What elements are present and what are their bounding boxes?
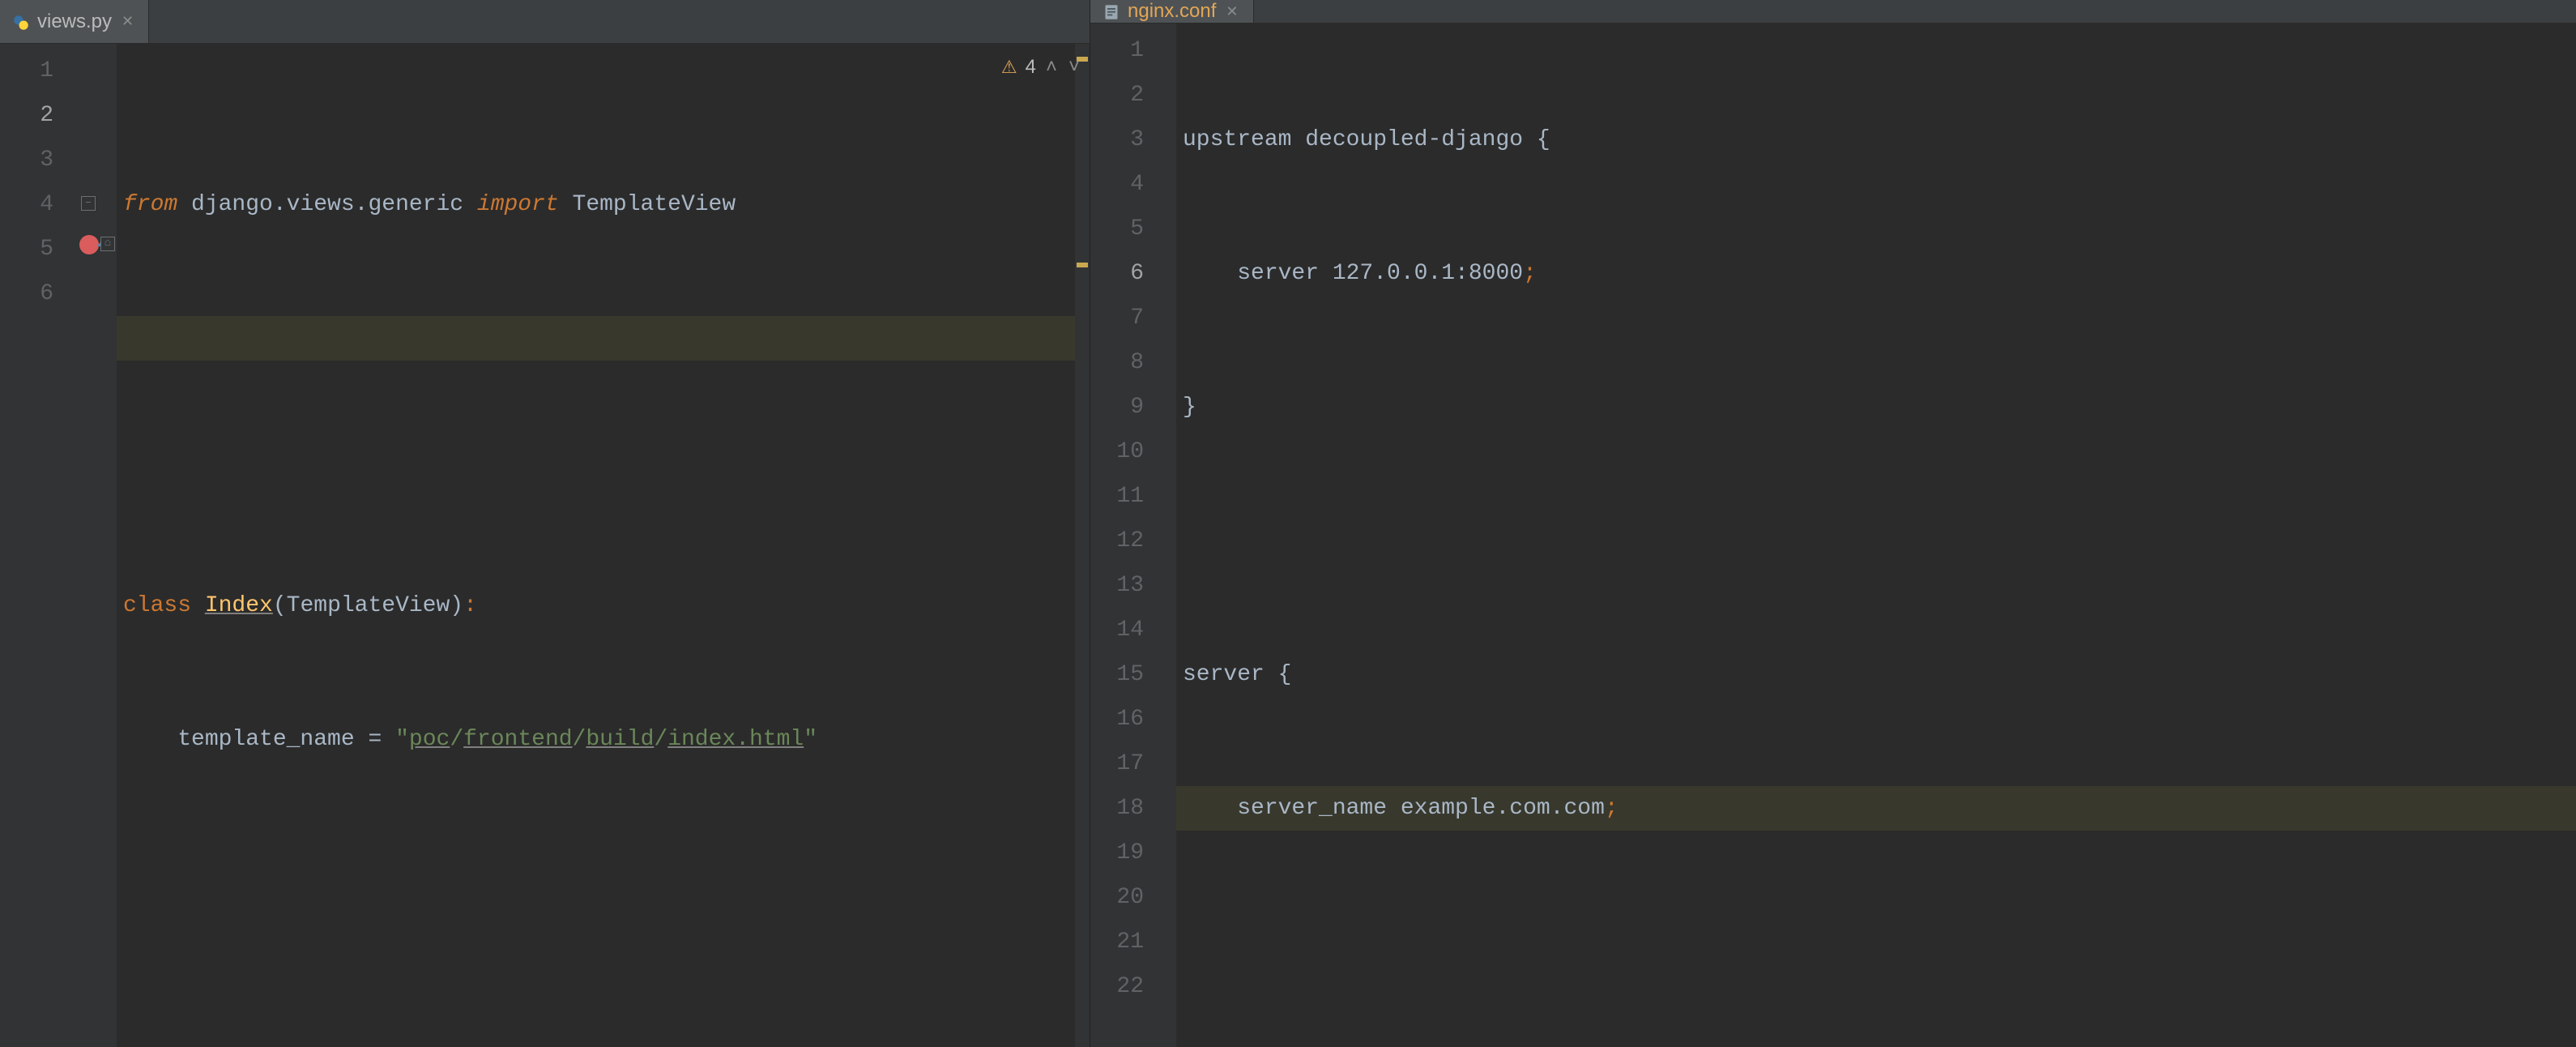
line-number[interactable]: 14 [1090, 608, 1166, 652]
line-number[interactable]: 5 [0, 227, 76, 271]
stripe-marker[interactable] [1077, 263, 1088, 267]
breakpoint-icon[interactable] [79, 235, 99, 254]
code-area-left[interactable]: ⚠ 4 ˄ ˅ from django.views.generic import… [117, 44, 1090, 1047]
line-number[interactable]: 9 [1090, 385, 1166, 429]
code-line[interactable] [1176, 920, 2576, 964]
line-number[interactable]: 10 [1090, 429, 1166, 474]
line-number[interactable]: 20 [1090, 875, 1166, 920]
editor-right[interactable]: 1 2 3 4 5 6 7 8 9 10 11 12 13 14 15 16 1… [1090, 24, 2576, 1047]
line-number[interactable]: 2 [0, 93, 76, 138]
marker-gutter-left: – ⌂ [76, 44, 117, 1047]
code-area-right[interactable]: upstream decoupled-django { server 127.0… [1176, 24, 2576, 1047]
line-number[interactable]: 4 [1090, 162, 1166, 207]
code-line[interactable]: from django.views.generic import Templat… [117, 182, 1090, 227]
error-stripe-left[interactable] [1075, 44, 1090, 1047]
code-line[interactable]: class Index(TemplateView): [117, 583, 1090, 628]
gutter-right[interactable]: 1 2 3 4 5 6 7 8 9 10 11 12 13 14 15 16 1… [1090, 24, 1166, 1047]
tab-views-py[interactable]: views.py ✕ [0, 0, 149, 43]
line-number[interactable]: 7 [1090, 296, 1166, 340]
line-number[interactable]: 16 [1090, 697, 1166, 741]
editor-left[interactable]: 1 2 3 4 5 6 – ⌂ ⚠ 4 ˄ ˅ from django.view… [0, 44, 1090, 1047]
line-number[interactable]: 2 [1090, 73, 1166, 118]
code-line[interactable]: server 127.0.0.1:8000; [1176, 251, 2576, 296]
code-line[interactable] [117, 316, 1090, 361]
line-number[interactable]: 19 [1090, 831, 1166, 875]
tab-label: views.py [37, 11, 112, 33]
gutter-left[interactable]: 1 2 3 4 5 6 [0, 44, 76, 1047]
tab-nginx-conf[interactable]: nginx.conf ✕ [1090, 0, 1254, 23]
code-line[interactable] [1176, 519, 2576, 563]
inspection-summary[interactable]: ⚠ 4 ˄ ˅ [1001, 49, 1081, 84]
line-number[interactable]: 5 [1090, 207, 1166, 251]
line-number[interactable]: 1 [0, 49, 76, 93]
code-line[interactable]: server_name example.com.com; [1176, 786, 2576, 831]
tab-label: nginx.conf [1128, 0, 1216, 23]
line-number[interactable]: 11 [1090, 474, 1166, 519]
line-number[interactable]: 3 [1090, 118, 1166, 162]
line-number[interactable]: 12 [1090, 519, 1166, 563]
line-number[interactable]: 21 [1090, 920, 1166, 964]
code-line[interactable]: } [1176, 385, 2576, 429]
line-number[interactable]: 8 [1090, 340, 1166, 385]
editor-pane-right: nginx.conf ✕ 1 2 3 4 5 6 7 8 9 10 11 12 … [1090, 0, 2576, 1047]
fold-icon[interactable]: ⌂ [100, 237, 115, 251]
warning-count: 4 [1026, 45, 1036, 89]
close-icon[interactable]: ✕ [120, 13, 135, 30]
editor-pane-left: views.py ✕ 1 2 3 4 5 6 – ⌂ ⚠ [0, 0, 1090, 1047]
code-line[interactable] [117, 851, 1090, 895]
line-number[interactable]: 3 [0, 138, 76, 182]
code-line[interactable] [117, 450, 1090, 494]
prev-highlight-icon[interactable]: ˄ [1044, 45, 1059, 89]
marker-gutter-right [1166, 24, 1176, 1047]
line-number[interactable]: 22 [1090, 964, 1166, 1009]
python-file-icon [13, 14, 29, 30]
fold-icon[interactable]: – [81, 196, 96, 211]
line-number[interactable]: 18 [1090, 786, 1166, 831]
code-line[interactable]: server { [1176, 652, 2576, 697]
code-line[interactable]: upstream decoupled-django { [1176, 118, 2576, 162]
tab-bar-left: views.py ✕ [0, 0, 1090, 44]
line-number[interactable]: 15 [1090, 652, 1166, 697]
tab-bar-right: nginx.conf ✕ [1090, 0, 2576, 24]
line-number[interactable]: 13 [1090, 563, 1166, 608]
line-number[interactable]: 6 [1090, 251, 1166, 296]
line-number[interactable]: 6 [0, 271, 76, 316]
conf-file-icon [1103, 3, 1120, 19]
warning-icon: ⚠ [1001, 45, 1017, 89]
line-number[interactable]: 4 [0, 182, 76, 227]
line-number[interactable]: 17 [1090, 741, 1166, 786]
line-number[interactable]: 1 [1090, 28, 1166, 73]
next-highlight-icon[interactable]: ˅ [1067, 45, 1081, 89]
split-editor: views.py ✕ 1 2 3 4 5 6 – ⌂ ⚠ [0, 0, 2576, 1047]
close-icon[interactable]: ✕ [1224, 3, 1239, 20]
code-line[interactable]: template_name = "poc/frontend/build/inde… [117, 717, 1090, 762]
